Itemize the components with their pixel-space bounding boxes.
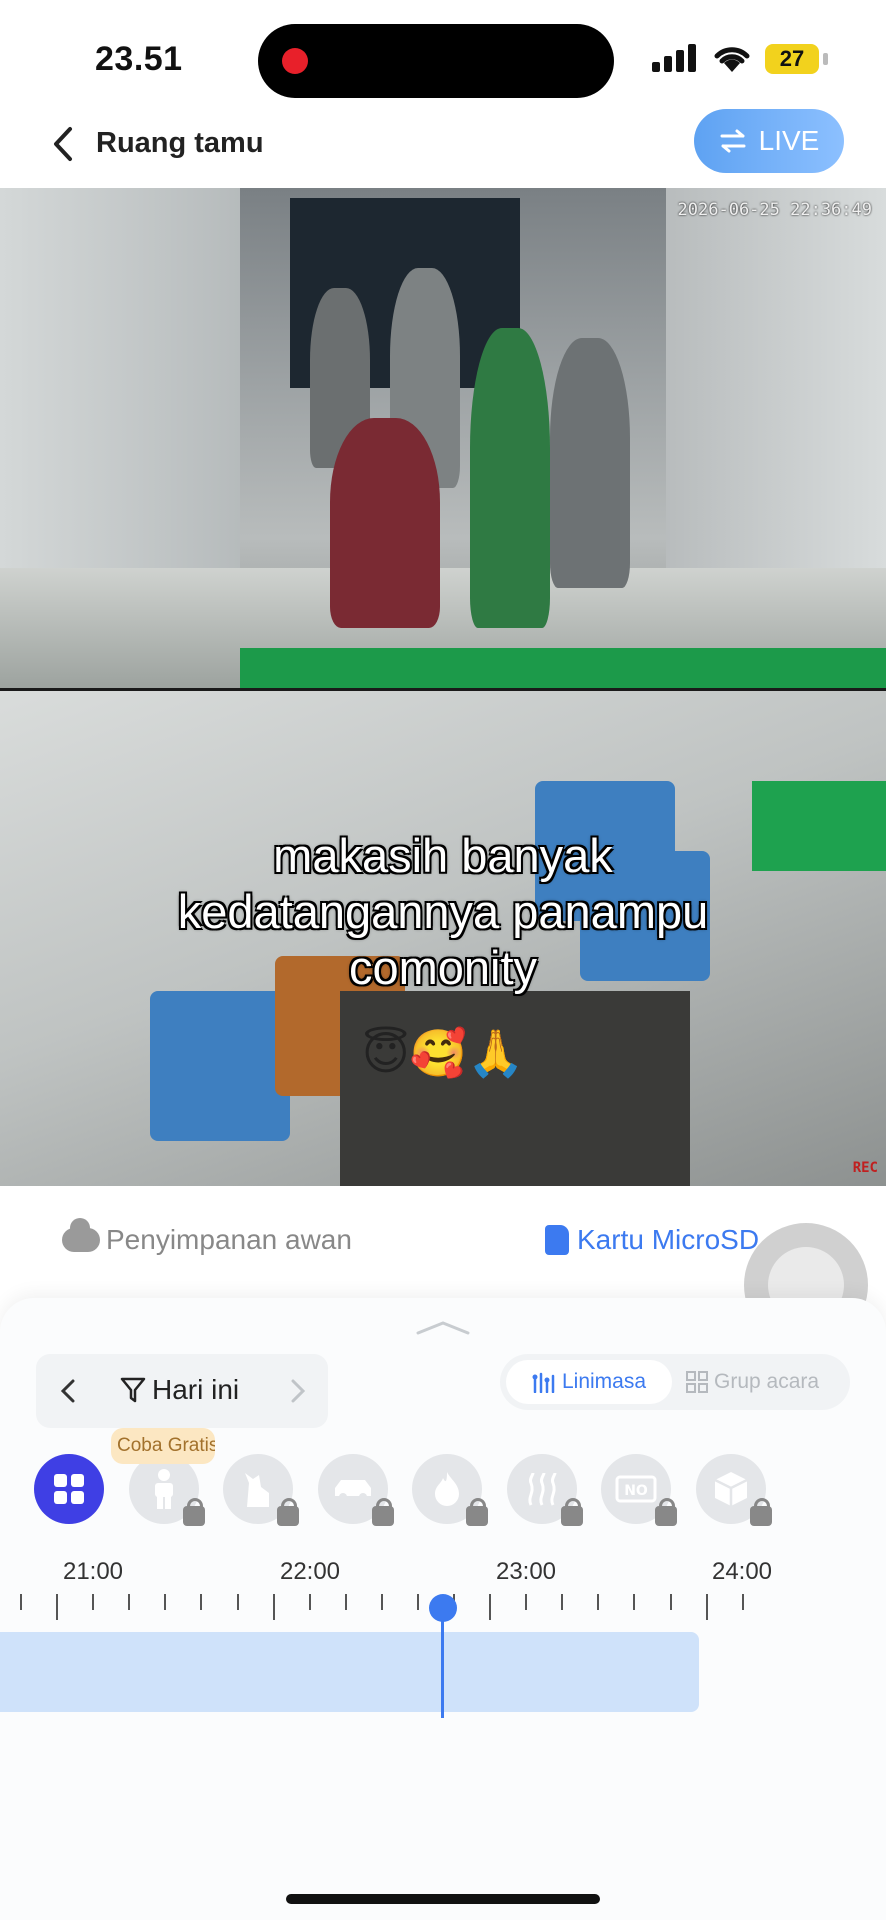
wifi-icon [714, 47, 750, 72]
sheet-handle-icon[interactable] [416, 1320, 470, 1336]
timeline-tick [92, 1594, 95, 1610]
tab-microsd[interactable]: Kartu MicroSD [545, 1224, 759, 1256]
timeline-tick [597, 1594, 600, 1610]
timeline-tick [128, 1594, 131, 1610]
caption-line-1: makasih banyak [273, 829, 613, 882]
lock-icon [561, 1498, 583, 1526]
people-in-scene [300, 248, 630, 628]
lock-icon [655, 1498, 677, 1526]
playback-sheet: Hari ini Linimasa Grup acara NO Coba Gra… [0, 1298, 886, 1920]
date-selector: Hari ini [36, 1354, 328, 1428]
caption-emojis: 😇🥰🙏 [361, 1027, 525, 1079]
filter-fire-button[interactable] [412, 1454, 488, 1526]
filter-package-button[interactable] [696, 1454, 772, 1526]
tab-event-group[interactable]: Grup acara [686, 1360, 846, 1404]
svg-text:NO: NO [624, 1483, 648, 1499]
playhead-handle[interactable] [429, 1594, 457, 1622]
cloud-icon [62, 1218, 100, 1252]
filter-vehicle-button[interactable] [318, 1454, 394, 1526]
filter-no-sign-button[interactable]: NO [601, 1454, 677, 1526]
timeline-tick [308, 1594, 311, 1610]
lock-icon [372, 1498, 394, 1526]
home-indicator [286, 1894, 600, 1904]
lock-icon [277, 1498, 299, 1526]
free-trial-tooltip[interactable]: Coba Gratis [111, 1428, 215, 1464]
video-player[interactable]: 2026-06-25 22:36:49 REC makasih banyak k… [0, 188, 886, 1186]
playhead-line[interactable] [441, 1608, 444, 1718]
timeline-tick [416, 1594, 419, 1610]
timeline-tick [380, 1594, 383, 1610]
filter-icon [120, 1377, 146, 1403]
timeline-tick [200, 1594, 203, 1610]
timeline-tick [561, 1594, 564, 1610]
video-caption: makasih banyak kedatangannya panampu com… [0, 828, 886, 996]
timeline-tick [236, 1594, 239, 1610]
filter-person-button[interactable] [129, 1454, 205, 1526]
timeline-tick [705, 1594, 708, 1620]
timeline-tick [741, 1594, 744, 1610]
status-bar: 23.51 27 [0, 0, 886, 110]
camera-view-top: 2026-06-25 22:36:49 [0, 188, 886, 688]
battery-cap [823, 53, 828, 65]
live-button[interactable]: LIVE [694, 109, 844, 173]
view-toggle: Linimasa Grup acara [500, 1354, 850, 1410]
dynamic-island [258, 24, 614, 98]
tab-event-group-label: Grup acara [714, 1370, 820, 1393]
swap-icon [720, 129, 746, 153]
timeline-tick [489, 1594, 492, 1620]
header: Ruang tamu LIVE [0, 105, 886, 185]
rec-indicator: REC [852, 1160, 878, 1176]
timeline-tick [56, 1594, 59, 1620]
clock: 23.51 [95, 40, 183, 78]
tab-timeline-label: Linimasa [561, 1370, 647, 1393]
event-filter-row: NO [34, 1454, 794, 1526]
filter-all-button[interactable] [34, 1454, 104, 1524]
lock-icon [183, 1498, 205, 1526]
lock-icon [750, 1498, 772, 1526]
tab-cloud-storage[interactable]: Penyimpanan awan [62, 1218, 352, 1256]
hour-label: 21:00 [62, 1558, 124, 1585]
timeline-hours: 21:00 22:00 23:00 24:00 [0, 1558, 886, 1598]
date-label: Hari ini [152, 1374, 240, 1405]
timeline-tick [669, 1594, 672, 1610]
tab-cloud-label: Penyimpanan awan [106, 1224, 352, 1255]
sd-card-icon [545, 1225, 569, 1255]
caption-line-2: kedatangannya panampu [177, 885, 709, 938]
prev-day-icon[interactable] [54, 1376, 84, 1406]
cellular-signal-icon [652, 44, 698, 72]
live-label: LIVE [758, 125, 820, 156]
timeline-icon [532, 1372, 555, 1393]
recording-dot-icon [282, 48, 308, 74]
grid-icon [54, 1474, 84, 1504]
recording-segment[interactable] [0, 1632, 699, 1712]
timeline-tick [164, 1594, 167, 1610]
timeline-tick [525, 1594, 528, 1610]
tab-sd-label: Kartu MicroSD [577, 1224, 760, 1255]
tab-timeline[interactable]: Linimasa [506, 1360, 672, 1404]
page-title: Ruang tamu [96, 127, 264, 159]
video-timestamp: 2026-06-25 22:36:49 [677, 200, 872, 220]
next-day-icon[interactable] [282, 1376, 312, 1406]
timeline-tick [633, 1594, 636, 1610]
timeline-tick [344, 1594, 347, 1610]
timeline-tick [20, 1594, 22, 1610]
filter-pet-button[interactable] [223, 1454, 299, 1526]
battery-icon: 27 [765, 44, 819, 74]
grid-outline-icon [686, 1371, 708, 1393]
hour-label: 24:00 [711, 1558, 773, 1585]
timeline-tick [272, 1594, 275, 1620]
hour-label: 23:00 [495, 1558, 557, 1585]
filter-smoke-button[interactable] [507, 1454, 583, 1526]
back-arrow-icon[interactable] [44, 119, 84, 169]
hour-label: 22:00 [279, 1558, 341, 1585]
lock-icon [466, 1498, 488, 1526]
caption-line-3: comonity [348, 941, 538, 994]
date-filter[interactable]: Hari ini [120, 1374, 239, 1406]
